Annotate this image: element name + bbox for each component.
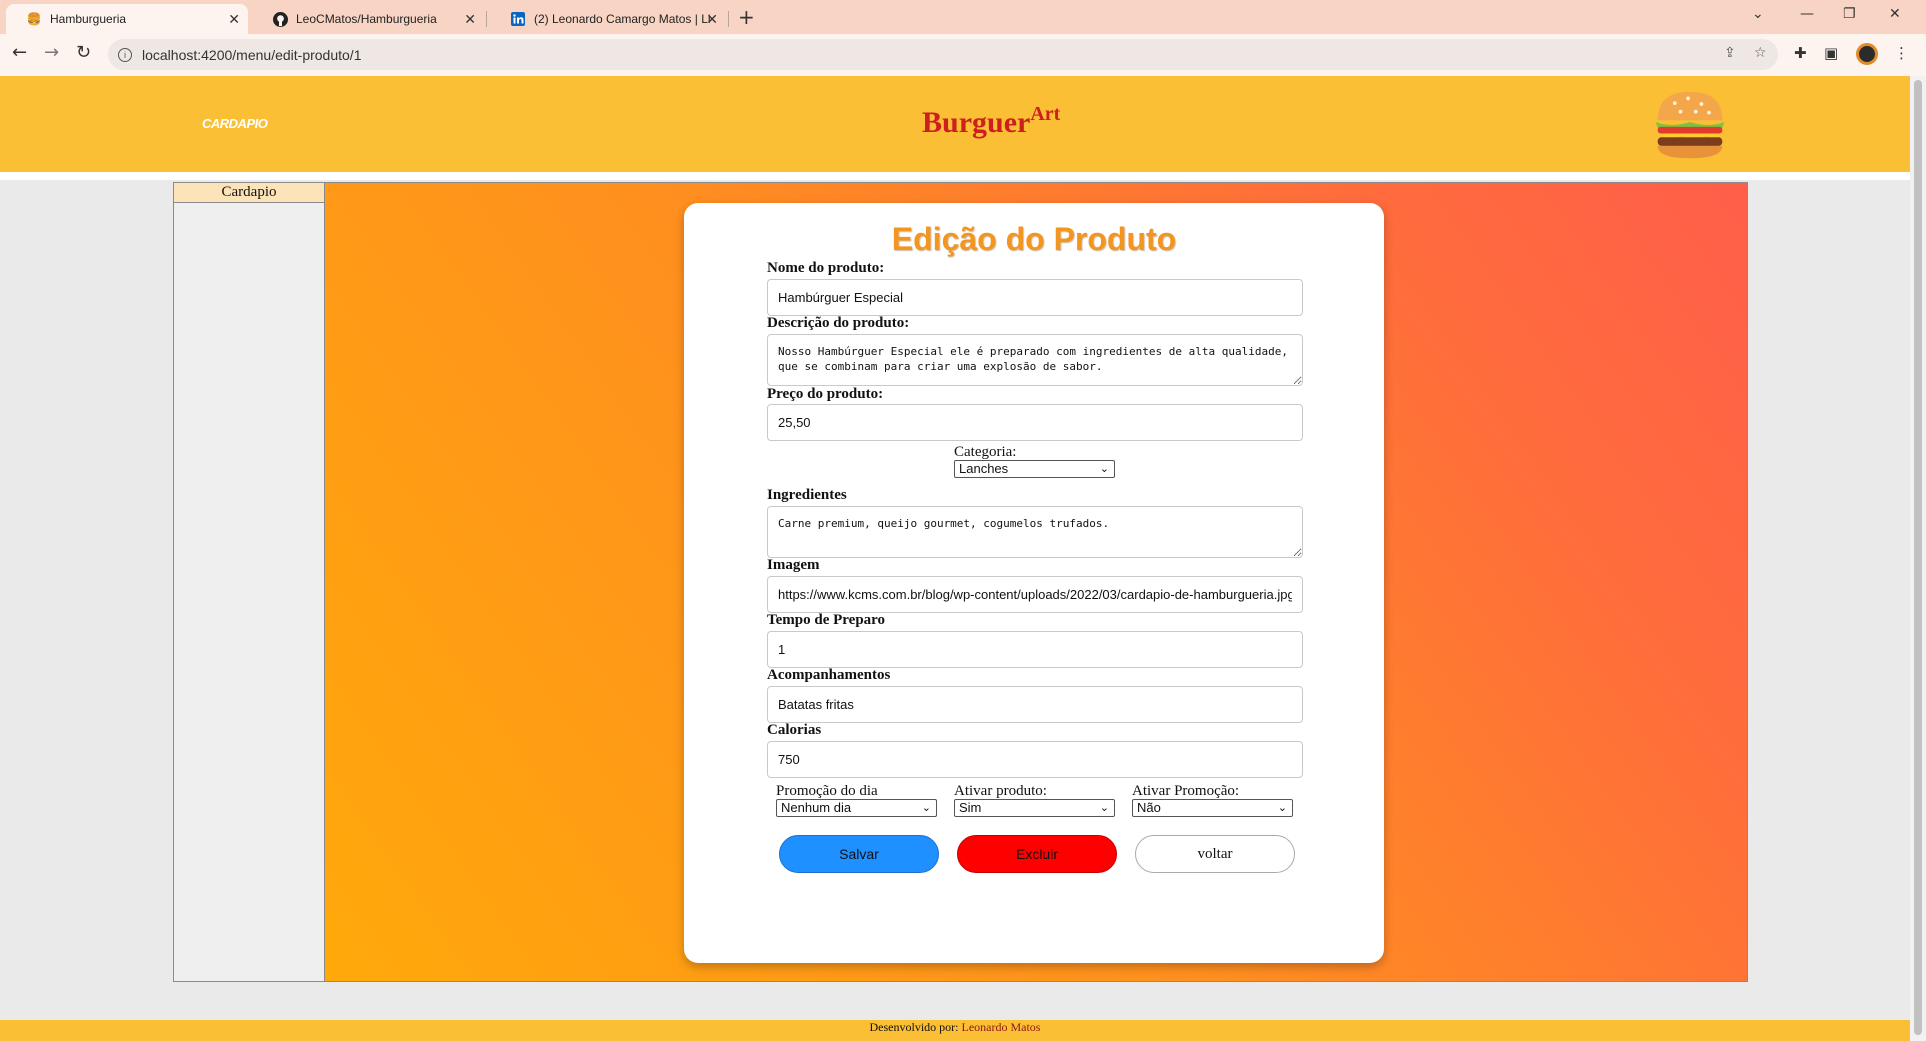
delete-button[interactable]: Excluir [957, 835, 1117, 873]
content-area: Edição do Produto Nome do produto: Descr… [325, 183, 1747, 981]
acompanhamentos-input[interactable] [767, 686, 1303, 723]
tab-title: (2) Leonardo Camargo Matos | Li [534, 12, 711, 26]
edit-product-card: Edição do Produto Nome do produto: Descr… [684, 203, 1384, 963]
new-tab-plus-icon[interactable]: + [738, 5, 755, 29]
brand-logo: BurguerArt [922, 103, 1061, 140]
site-header: CARDAPIO BurguerArt [0, 76, 1910, 172]
reload-icon[interactable]: ↻ [76, 42, 91, 63]
close-tab-icon[interactable]: ✕ [228, 11, 240, 28]
tab-linkedin[interactable]: (2) Leonardo Camargo Matos | Li ✕ [490, 4, 726, 34]
descricao-textarea[interactable]: Nosso Hambúrguer Especial ele é preparad… [767, 334, 1303, 386]
categoria-label: Categoria: [954, 444, 1017, 460]
promocao-dia-value: Nenhum dia [781, 800, 852, 815]
tempo-label: Tempo de Preparo [767, 612, 886, 628]
address-bar[interactable]: i localhost:4200/menu/edit-produto/1 ⇪ ☆ [108, 39, 1778, 70]
ativar-produto-field: Ativar produto: Sim ⌄ [954, 783, 1115, 817]
linkedin-icon [510, 11, 526, 27]
ativar-promocao-field: Ativar Promoção: Não ⌄ [1132, 783, 1293, 817]
bookmark-star-icon[interactable]: ☆ [1754, 45, 1767, 61]
calorias-input[interactable] [767, 741, 1303, 778]
ativar-produto-value: Sim [959, 800, 982, 815]
promocao-dia-select[interactable]: Nenhum dia ⌄ [776, 799, 937, 817]
burger-favicon-icon: 🍔 [26, 12, 42, 26]
close-window-icon[interactable]: ✕ [1889, 6, 1901, 22]
page-viewport: CARDAPIO BurguerArt Cardapio Edição do P… [0, 76, 1910, 1041]
close-tab-icon[interactable]: ✕ [706, 11, 718, 28]
browser-tab-bar: 🍔 Hamburgueria ✕ LeoCMatos/Hamburgueria … [0, 0, 1926, 34]
tab-title: LeoCMatos/Hamburgueria [296, 12, 437, 26]
chevron-down-icon: ⌄ [921, 802, 931, 814]
ingredientes-label: Ingredientes [767, 487, 847, 503]
extensions-puzzle-icon[interactable]: ✚ [1794, 44, 1807, 62]
promocao-dia-field: Promoção do dia Nenhum dia ⌄ [776, 783, 937, 817]
main-frame: Cardapio Edição do Produto Nome do produ… [173, 182, 1748, 982]
cardapio-nav-link[interactable]: CARDAPIO [202, 116, 268, 131]
ativar-produto-select[interactable]: Sim ⌄ [954, 799, 1115, 817]
chevron-down-icon: ⌄ [1277, 802, 1287, 814]
site-info-icon[interactable]: i [118, 47, 132, 62]
sidebar-item-cardapio[interactable]: Cardapio [174, 183, 324, 203]
url-text: localhost:4200/menu/edit-produto/1 [142, 46, 362, 63]
footer-developed-by: Desenvolvido por: [869, 1020, 959, 1034]
imagem-input[interactable] [767, 576, 1303, 613]
acompanhamentos-label: Acompanhamentos [767, 667, 891, 683]
page-title: Edição do Produto [891, 221, 1177, 257]
nome-label: Nome do produto: [767, 260, 885, 276]
back-button[interactable]: voltar [1135, 835, 1295, 873]
profile-avatar[interactable] [1856, 43, 1878, 65]
ingredientes-textarea[interactable]: Carne premium, queijo gourmet, cogumelos… [767, 506, 1303, 558]
tempo-input[interactable] [767, 631, 1303, 668]
tab-hamburgueria[interactable]: 🍔 Hamburgueria ✕ [6, 4, 248, 34]
ativar-promocao-label: Ativar Promoção: [1132, 783, 1240, 799]
imagem-label: Imagem [767, 557, 820, 573]
ativar-produto-label: Ativar produto: [954, 783, 1047, 799]
menu-kebab-icon[interactable]: ⋮ [1894, 44, 1909, 62]
chevron-down-icon: ⌄ [1099, 463, 1109, 475]
calorias-label: Calorias [767, 722, 822, 738]
categoria-field: Categoria: Lanches ⌄ [954, 444, 1115, 478]
restore-icon[interactable]: ❐ [1843, 6, 1856, 22]
site-footer: Desenvolvido por: Leonardo Matos [0, 1020, 1910, 1041]
ativar-promocao-value: Não [1137, 800, 1161, 815]
minimize-icon[interactable]: — [1800, 6, 1814, 22]
tab-search-chevron-icon[interactable]: ⌄ [1752, 6, 1764, 22]
brand-sup: Art [1030, 103, 1061, 125]
sidebar: Cardapio [174, 183, 325, 981]
tab-separator [486, 11, 487, 27]
side-panel-icon[interactable]: ▣ [1824, 44, 1838, 62]
burger-icon [1655, 91, 1725, 159]
ativar-promocao-select[interactable]: Não ⌄ [1132, 799, 1293, 817]
tab-title: Hamburgueria [50, 12, 127, 26]
forward-arrow-icon[interactable]: → [44, 42, 59, 63]
tab-separator [728, 11, 729, 27]
close-tab-icon[interactable]: ✕ [464, 11, 476, 28]
save-button[interactable]: Salvar [779, 835, 939, 873]
nome-input[interactable] [767, 279, 1303, 316]
categoria-select[interactable]: Lanches ⌄ [954, 460, 1115, 478]
footer-author-link[interactable]: Leonardo Matos [962, 1020, 1041, 1034]
promocao-dia-label: Promoção do dia [776, 783, 878, 799]
browser-toolbar: ← → ↻ i localhost:4200/menu/edit-produto… [0, 34, 1926, 76]
preco-input[interactable] [767, 404, 1303, 441]
descricao-label: Descrição do produto: [767, 315, 910, 331]
header-divider [0, 172, 1910, 180]
categoria-value: Lanches [959, 461, 1009, 476]
back-arrow-icon[interactable]: ← [12, 42, 27, 63]
page-scrollbar[interactable] [1910, 76, 1926, 1041]
tab-github[interactable]: LeoCMatos/Hamburgueria ✕ [252, 4, 484, 34]
preco-label: Preço do produto: [767, 386, 884, 402]
scrollbar-thumb[interactable] [1914, 80, 1922, 1035]
brand-main: Burguer [922, 106, 1031, 139]
github-icon [272, 11, 288, 27]
share-icon[interactable]: ⇪ [1724, 45, 1736, 61]
chevron-down-icon: ⌄ [1099, 802, 1109, 814]
